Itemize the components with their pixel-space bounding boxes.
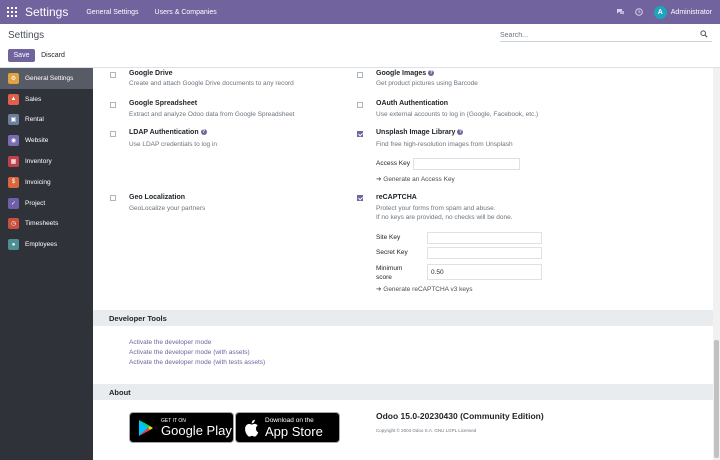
sidebar-item-label: Rental: [25, 116, 44, 124]
ldap-title: LDAP Authentication?: [129, 129, 207, 136]
scrollbar-thumb[interactable]: [714, 340, 719, 458]
geo-localization-desc: GeoLocalize your partners: [129, 205, 206, 212]
google-drive-title: Google Drive: [129, 70, 173, 77]
generate-access-key-link[interactable]: ➔ Generate an Access Key: [376, 175, 455, 183]
timesheets-icon: ◷: [8, 218, 19, 230]
generate-recaptcha-keys-link[interactable]: ➔ Generate reCAPTCHA v3 keys: [376, 285, 473, 293]
google-play-button[interactable]: GET IT ON Google Play: [129, 412, 234, 443]
ldap-checkbox[interactable]: [110, 131, 116, 137]
sidebar-item-label: Inventory: [25, 158, 52, 166]
google-spreadsheet-title: Google Spreadsheet: [129, 100, 198, 107]
website-icon: ◉: [8, 135, 19, 147]
sidebar-item-invoicing[interactable]: $ Invoicing: [0, 172, 93, 193]
user-name[interactable]: Administrator: [671, 9, 712, 16]
minimum-score-label-1: Minimum: [376, 265, 403, 272]
project-icon: ✓: [8, 197, 19, 209]
google-play-icon: [138, 419, 154, 437]
sales-icon: ▲: [8, 93, 19, 105]
search-icon[interactable]: [700, 30, 708, 40]
copyright-text: Copyright © 2004 Odoo S.A. GNU LGPL Lice…: [376, 428, 477, 433]
apps-menu-icon[interactable]: [7, 7, 17, 17]
oauth-title: OAuth Authentication: [376, 100, 449, 107]
settings-content: Google Drive Create and attach Google Dr…: [93, 68, 720, 460]
sidebar-item-sales[interactable]: ▲ Sales: [0, 89, 93, 110]
sidebar-item-label: Website: [25, 137, 49, 145]
site-key-label: Site Key: [376, 234, 401, 241]
main-scrollbar[interactable]: [713, 68, 720, 460]
app-store-button[interactable]: Download on the App Store: [235, 412, 340, 443]
sidebar-item-website[interactable]: ◉ Website: [0, 130, 93, 151]
recaptcha-title: reCAPTCHA: [376, 194, 417, 201]
sidebar-item-label: Sales: [25, 95, 42, 103]
secret-key-input[interactable]: [427, 247, 542, 259]
sidebar-item-rental[interactable]: ▣ Rental: [0, 110, 93, 131]
top-navbar: Settings General Settings Users & Compan…: [0, 0, 720, 24]
rental-icon: ▣: [8, 114, 19, 126]
oauth-checkbox[interactable]: [357, 102, 363, 108]
general-settings-icon: ⚙: [8, 72, 19, 84]
inventory-icon: ▦: [8, 156, 19, 168]
app-name[interactable]: Settings: [25, 5, 68, 19]
sidebar-item-employees[interactable]: ● Employees: [0, 234, 93, 255]
sidebar-item-label: Invoicing: [25, 178, 51, 186]
unsplash-title: Unsplash Image Library?: [376, 129, 464, 136]
geo-localization-checkbox[interactable]: [110, 195, 116, 201]
menu-general-settings[interactable]: General Settings: [86, 9, 138, 16]
recaptcha-desc-2: If no keys are provided, no checks will …: [376, 214, 513, 221]
search-bar: [500, 29, 712, 42]
menu-users-companies[interactable]: Users & Companies: [155, 9, 217, 16]
discard-button[interactable]: Discard: [38, 49, 68, 62]
google-spreadsheet-checkbox[interactable]: [110, 102, 116, 108]
page-title: Settings: [8, 30, 45, 41]
developer-tools-heading: Developer Tools: [93, 310, 720, 326]
google-spreadsheet-desc: Extract and analyze Odoo data from Googl…: [129, 111, 295, 118]
unsplash-checkbox[interactable]: [357, 131, 363, 137]
search-input[interactable]: [500, 31, 700, 39]
activate-developer-mode-assets-link[interactable]: Activate the developer mode (with assets…: [129, 349, 250, 356]
sidebar-item-timesheets[interactable]: ◷ Timesheets: [0, 214, 93, 235]
invoicing-icon: $: [8, 176, 19, 188]
save-button[interactable]: Save: [8, 49, 35, 62]
app-store-big-text: App Store: [265, 423, 323, 439]
minimum-score-label-2: score: [376, 274, 392, 281]
control-panel: Settings: [0, 24, 720, 68]
secret-key-label: Secret Key: [376, 249, 408, 256]
minimum-score-input[interactable]: 0.50: [427, 264, 542, 280]
help-icon[interactable]: ?: [457, 129, 464, 135]
odoo-version: Odoo 15.0-20230430 (Community Edition): [376, 411, 544, 421]
help-icon[interactable]: ?: [200, 129, 207, 135]
unsplash-desc: Find free high-resolution images from Un…: [376, 141, 513, 148]
google-drive-desc: Create and attach Google Drive documents…: [129, 80, 294, 87]
sidebar-item-label: Timesheets: [25, 220, 59, 228]
access-key-label: Access Key: [376, 160, 410, 167]
avatar[interactable]: A: [653, 5, 667, 19]
oauth-desc: Use external accounts to log in (Google,…: [376, 111, 539, 118]
ldap-desc: Use LDAP credentials to log in: [129, 141, 218, 148]
activity-clock-icon[interactable]: [635, 8, 644, 17]
help-icon[interactable]: ?: [428, 70, 435, 76]
about-heading: About: [93, 384, 720, 400]
google-images-desc: Get product pictures using Barcode: [376, 80, 478, 87]
sidebar-item-label: Employees: [25, 241, 58, 249]
sidebar-item-project[interactable]: ✓ Project: [0, 193, 93, 214]
activate-developer-mode-link[interactable]: Activate the developer mode: [129, 339, 211, 346]
google-images-checkbox[interactable]: [357, 72, 363, 78]
google-play-big-text: Google Play: [161, 422, 232, 438]
geo-localization-title: Geo Localization: [129, 194, 186, 201]
recaptcha-desc-1: Protect your forms from spam and abuse.: [376, 205, 496, 212]
activate-developer-mode-tests-link[interactable]: Activate the developer mode (with tests …: [129, 359, 265, 366]
sidebar-item-label: Project: [25, 199, 46, 207]
chat-icon[interactable]: [616, 8, 625, 17]
recaptcha-checkbox[interactable]: [357, 195, 363, 201]
employees-icon: ●: [8, 239, 19, 251]
settings-sidebar: ⚙ General Settings ▲ Sales ▣ Rental ◉ We…: [0, 68, 93, 460]
sidebar-item-label: General Settings: [25, 74, 74, 82]
site-key-input[interactable]: [427, 232, 542, 244]
apple-icon: [244, 419, 259, 437]
access-key-input[interactable]: [413, 158, 520, 170]
google-images-title: Google Images?: [376, 70, 435, 77]
sidebar-item-inventory[interactable]: ▦ Inventory: [0, 151, 93, 172]
sidebar-item-general-settings[interactable]: ⚙ General Settings: [0, 68, 93, 89]
google-drive-checkbox[interactable]: [110, 72, 116, 78]
